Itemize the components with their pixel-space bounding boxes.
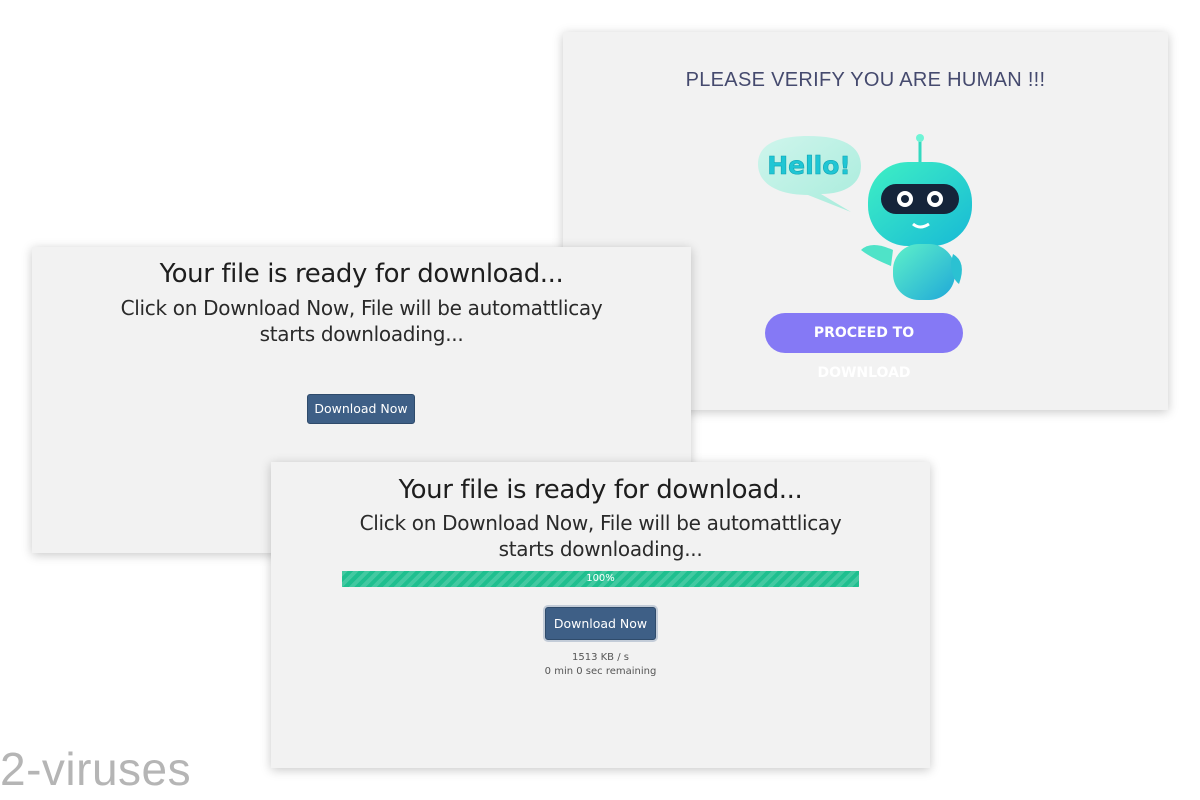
download-now-button[interactable]: Download Now <box>307 394 415 424</box>
verify-title: PLEASE VERIFY YOU ARE HUMAN !!! <box>685 69 1046 91</box>
robot-mascot-icon: Hello! <box>753 132 983 307</box>
time-remaining: 0 min 0 sec remaining <box>544 666 657 677</box>
page-subtitle: Click on Download Now, File will be auto… <box>359 511 842 561</box>
download-speed: 1513 KB / s <box>572 652 629 663</box>
download-progress-bar: 100% <box>342 571 859 587</box>
page-title: Your file is ready for download... <box>159 259 564 289</box>
download-progress-page: Your file is ready for download... Click… <box>271 462 930 768</box>
download-now-button[interactable]: Download Now <box>545 607 656 640</box>
page-title: Your file is ready for download... <box>398 475 803 505</box>
hello-bubble-text: Hello! <box>767 151 851 180</box>
page-subtitle: Click on Download Now, File will be auto… <box>120 296 603 346</box>
watermark-logo: 2-viruses <box>0 743 192 795</box>
progress-fill: 100% <box>342 571 859 587</box>
progress-label: 100% <box>586 573 615 584</box>
proceed-to-download-button[interactable]: PROCEED TO DOWNLOAD <box>765 313 963 381</box>
